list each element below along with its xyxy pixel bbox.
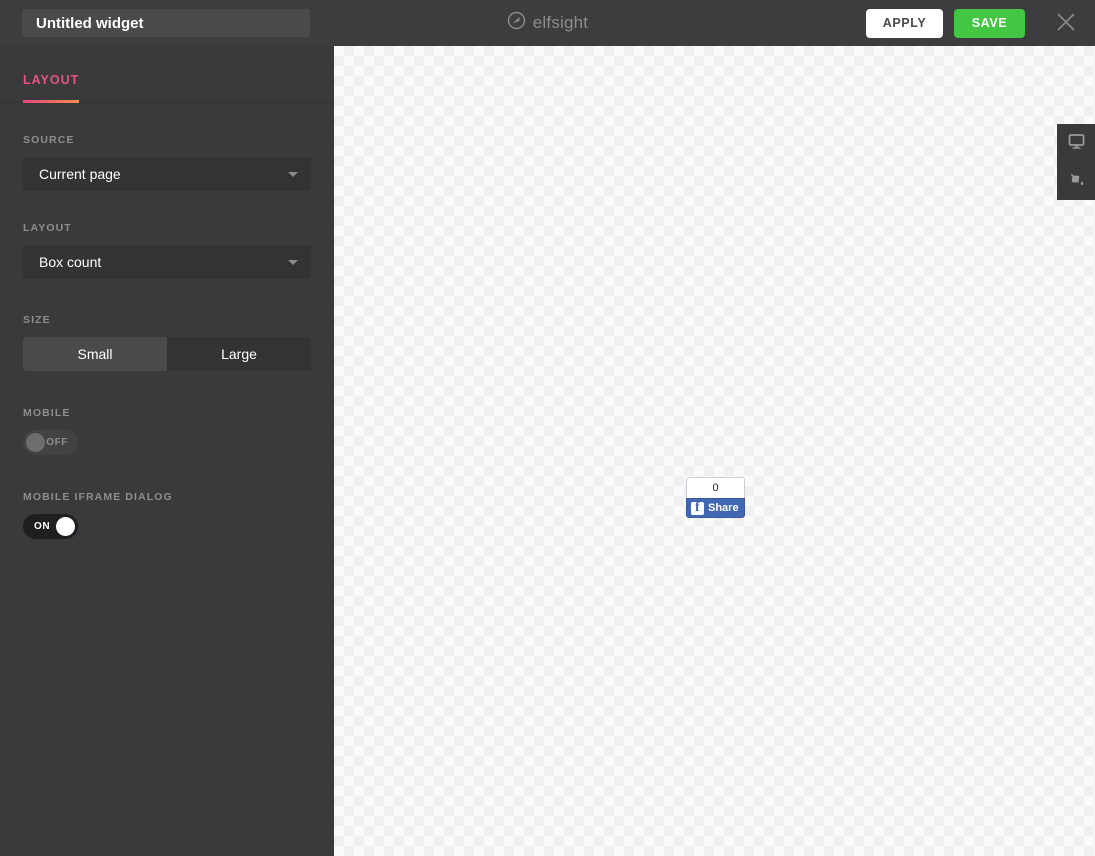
tab-layout[interactable]: LAYOUT (23, 73, 80, 103)
field-mobile-iframe-dialog: MOBILE IFRAME DIALOG ON (23, 491, 311, 539)
brand-name: elfsight (532, 13, 589, 32)
widget-preview-canvas: 0 Share (334, 46, 1095, 856)
elfsight-logo-icon (507, 11, 526, 35)
source-select-value: Current page (39, 166, 121, 182)
facebook-share-count: 0 (686, 477, 745, 498)
toggle-knob (26, 433, 45, 452)
mobile-label: MOBILE (23, 407, 71, 419)
facebook-icon (691, 500, 704, 516)
sidebar-tabs: LAYOUT (0, 46, 334, 103)
layout-select-value: Box count (39, 254, 102, 270)
tab-layout-label: LAYOUT (23, 73, 80, 87)
chevron-down-icon (288, 172, 298, 177)
view-toolbar (1057, 124, 1095, 200)
source-label: SOURCE (23, 134, 75, 146)
header-actions: APPLY SAVE (866, 0, 1095, 46)
field-source: SOURCE Current page (23, 134, 311, 191)
facebook-share-button[interactable]: Share (686, 498, 745, 518)
save-button[interactable]: SAVE (954, 8, 1025, 38)
desktop-icon (1067, 132, 1086, 154)
apply-button[interactable]: APPLY (866, 8, 943, 38)
editor-header: elfsight APPLY SAVE (0, 0, 1095, 46)
facebook-share-label: Share (708, 502, 739, 514)
source-select[interactable]: Current page (23, 157, 311, 191)
settings-panel: SOURCE Current page LAYOUT Box count SIZ… (0, 134, 334, 539)
field-size: SIZE Small Large (23, 314, 311, 371)
mobile-iframe-dialog-label: MOBILE IFRAME DIALOG (23, 491, 173, 503)
facebook-share-widget: 0 Share (686, 477, 745, 518)
widget-title-input[interactable] (22, 9, 310, 37)
settings-sidebar: LAYOUT SOURCE Current page LAYOUT Box co… (0, 46, 334, 856)
mobile-iframe-dialog-toggle[interactable]: ON (23, 514, 78, 539)
mobile-toggle-state: OFF (46, 437, 68, 448)
chevron-down-icon (288, 260, 298, 265)
layout-select[interactable]: Box count (23, 245, 311, 279)
close-button[interactable] (1037, 0, 1095, 46)
size-label: SIZE (23, 314, 51, 326)
desktop-view-button[interactable] (1057, 124, 1095, 162)
close-icon (1055, 11, 1077, 36)
widget-editor-window: elfsight APPLY SAVE LAYOUT (0, 0, 1095, 856)
background-fill-button[interactable] (1057, 162, 1095, 200)
size-option-large[interactable]: Large (167, 337, 311, 371)
field-mobile: MOBILE OFF (23, 407, 311, 455)
tab-active-indicator (23, 100, 80, 103)
size-segmented-control: Small Large (23, 337, 311, 371)
layout-label: LAYOUT (23, 222, 72, 234)
mobile-iframe-dialog-toggle-state: ON (34, 521, 51, 532)
paint-bucket-icon (1067, 170, 1086, 192)
size-option-small[interactable]: Small (23, 337, 167, 371)
field-layout: LAYOUT Box count (23, 222, 311, 279)
mobile-toggle[interactable]: OFF (23, 430, 78, 455)
toggle-knob (56, 517, 75, 536)
